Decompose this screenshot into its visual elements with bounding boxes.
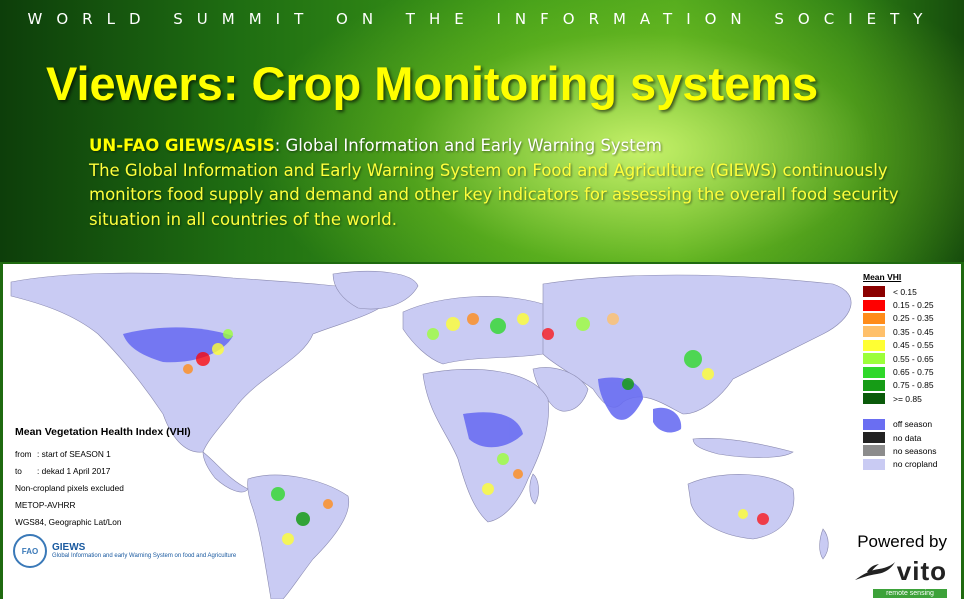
legend-value-list: < 0.15 0.15 - 0.25 0.25 - 0.35 0.35 - 0.45 0…	[863, 285, 959, 406]
legend-label: 0.45 - 0.55	[893, 340, 934, 351]
legend-item: no seasons	[863, 444, 959, 457]
legend-label: < 0.15	[893, 286, 917, 297]
legend-label: no cropland	[893, 459, 938, 470]
from-value: : start of SEASON 1	[37, 449, 111, 459]
map-title: Mean Vegetation Health Index (VHI)	[15, 426, 191, 438]
description-text: The Global Information and Early Warning…	[89, 160, 899, 229]
remote-sensing-badge: remote sensing	[873, 589, 947, 598]
org-name: UN-FAO GIEWS/ASIS	[89, 136, 275, 155]
vito-logo-text: vito	[896, 556, 947, 586]
giews-name: GIEWS	[52, 542, 86, 553]
legend-swatch	[863, 366, 885, 378]
giews-subtitle: Global Information and early Warning Sys…	[52, 553, 237, 559]
legend-label: 0.15 - 0.25	[893, 300, 934, 311]
legend-item: 0.15 - 0.25	[863, 298, 959, 311]
legend-swatch	[863, 326, 885, 338]
south-america-landmass	[247, 474, 350, 599]
legend-swatch	[863, 418, 885, 430]
southeast-asia-islands	[692, 438, 794, 458]
map-from-line: from : start of SEASON 1	[15, 446, 225, 463]
vito-bird-icon	[854, 561, 895, 580]
powered-by-label: Powered by	[857, 532, 947, 551]
legend-label: off season	[893, 419, 933, 430]
legend-label: 0.75 - 0.85	[893, 380, 934, 391]
legend-label: no seasons	[893, 445, 937, 456]
legend-label: 0.35 - 0.45	[893, 326, 934, 337]
legend-item: < 0.15	[863, 285, 959, 298]
madagascar-landmass	[529, 473, 539, 505]
legend-item: no data	[863, 431, 959, 444]
legend-swatch	[863, 458, 885, 470]
map-projection: WGS84, Geographic Lat/Lon	[15, 517, 122, 527]
legend-title: Mean VHI	[863, 272, 902, 282]
off-season-southeast-asia	[653, 407, 682, 433]
vhi-legend: Mean VHI < 0.15 0.15 - 0.25 0.25 - 0.35 0.3…	[863, 272, 959, 471]
map-info-block: Mean Vegetation Health Index (VHI) from:…	[15, 426, 225, 531]
legend-item: 0.35 - 0.45	[863, 325, 959, 338]
from-label: from	[15, 449, 32, 459]
legend-label: 0.65 - 0.75	[893, 367, 934, 378]
europe-landmass	[402, 296, 559, 365]
fao-logo-icon: FAO	[13, 534, 47, 568]
legend-swatch	[863, 432, 885, 444]
legend-swatch	[863, 312, 885, 324]
legend-swatch	[863, 445, 885, 457]
description-block: UN-FAO GIEWS/ASIS: Global Information an…	[89, 134, 939, 232]
map-to-line: to : dekad 1 April 2017	[15, 463, 225, 480]
legend-item: >= 0.85	[863, 392, 959, 405]
map-sensor: METOP-AVHRR	[15, 500, 76, 510]
legend-item: off season	[863, 418, 959, 431]
legend-label: 0.25 - 0.35	[893, 313, 934, 324]
legend-swatch	[863, 339, 885, 351]
australia-landmass	[687, 474, 795, 540]
legend-label: 0.55 - 0.65	[893, 353, 934, 364]
slide-title: Viewers: Crop Monitoring systems	[46, 57, 819, 110]
legend-status-list: off season no data no seasons no cropland	[863, 418, 959, 472]
legend-item: no cropland	[863, 458, 959, 471]
legend-item: 0.25 - 0.35	[863, 312, 959, 325]
legend-item: 0.75 - 0.85	[863, 379, 959, 392]
vhi-map-panel: Mean VHI < 0.15 0.15 - 0.25 0.25 - 0.35 0.3…	[3, 264, 961, 599]
slide-header: WORLD SUMMIT ON THE INFORMATION SOCIETY …	[0, 0, 964, 262]
legend-item: 0.55 - 0.65	[863, 352, 959, 365]
legend-label: >= 0.85	[893, 393, 922, 404]
org-desc: : Global Information and Early Warning S…	[274, 136, 662, 155]
giews-logo: FAO GIEWS Global Information and early W…	[13, 534, 236, 568]
asia-landmass	[542, 274, 852, 415]
legend-swatch	[863, 379, 885, 391]
powered-by-block: Powered by vito remote sensing	[827, 532, 947, 598]
legend-item: 0.65 - 0.75	[863, 365, 959, 378]
legend-swatch	[863, 393, 885, 405]
map-note: Non-cropland pixels excluded	[15, 483, 124, 493]
legend-swatch	[863, 353, 885, 365]
summit-title: WORLD SUMMIT ON THE INFORMATION SOCIETY	[27, 10, 937, 28]
legend-swatch	[863, 286, 885, 298]
legend-swatch	[863, 299, 885, 311]
legend-item: 0.45 - 0.55	[863, 339, 959, 352]
to-value: : dekad 1 April 2017	[37, 466, 111, 476]
to-label: to	[15, 466, 22, 476]
legend-label: no data	[893, 432, 922, 443]
